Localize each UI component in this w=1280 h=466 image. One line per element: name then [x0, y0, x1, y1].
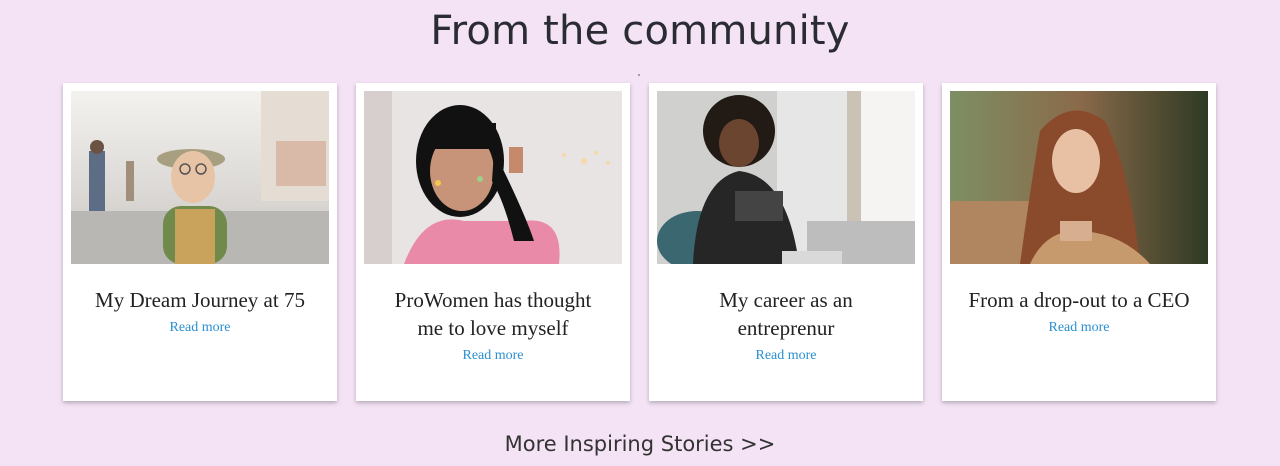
story-photo[interactable] [657, 91, 915, 264]
decorative-dot [638, 74, 640, 76]
story-card[interactable]: My career as an entreprenur Read more [649, 83, 923, 401]
story-photo[interactable] [950, 91, 1208, 264]
story-cards: My Dream Journey at 75 Read more ProWome… [63, 83, 1216, 401]
read-more-link[interactable]: Read more [657, 348, 915, 364]
story-title: ProWomen has thought me to love myself [394, 288, 592, 340]
story-card[interactable]: My Dream Journey at 75 Read more [63, 83, 337, 401]
read-more-link[interactable]: Read more [364, 348, 622, 364]
story-title: From a drop-out to a CEO [968, 288, 1190, 312]
section-title: From the community [430, 8, 850, 54]
story-photo[interactable] [364, 91, 622, 264]
more-stories-link[interactable]: More Inspiring Stories >> [0, 432, 1280, 456]
story-title: My Dream Journey at 75 [95, 288, 305, 312]
story-title: My career as an entreprenur [719, 288, 853, 340]
story-card[interactable]: From a drop-out to a CEO Read more [942, 83, 1216, 401]
story-photo[interactable] [71, 91, 329, 264]
story-card[interactable]: ProWomen has thought me to love myself R… [356, 83, 630, 401]
read-more-link[interactable]: Read more [950, 320, 1208, 336]
read-more-link[interactable]: Read more [71, 320, 329, 336]
